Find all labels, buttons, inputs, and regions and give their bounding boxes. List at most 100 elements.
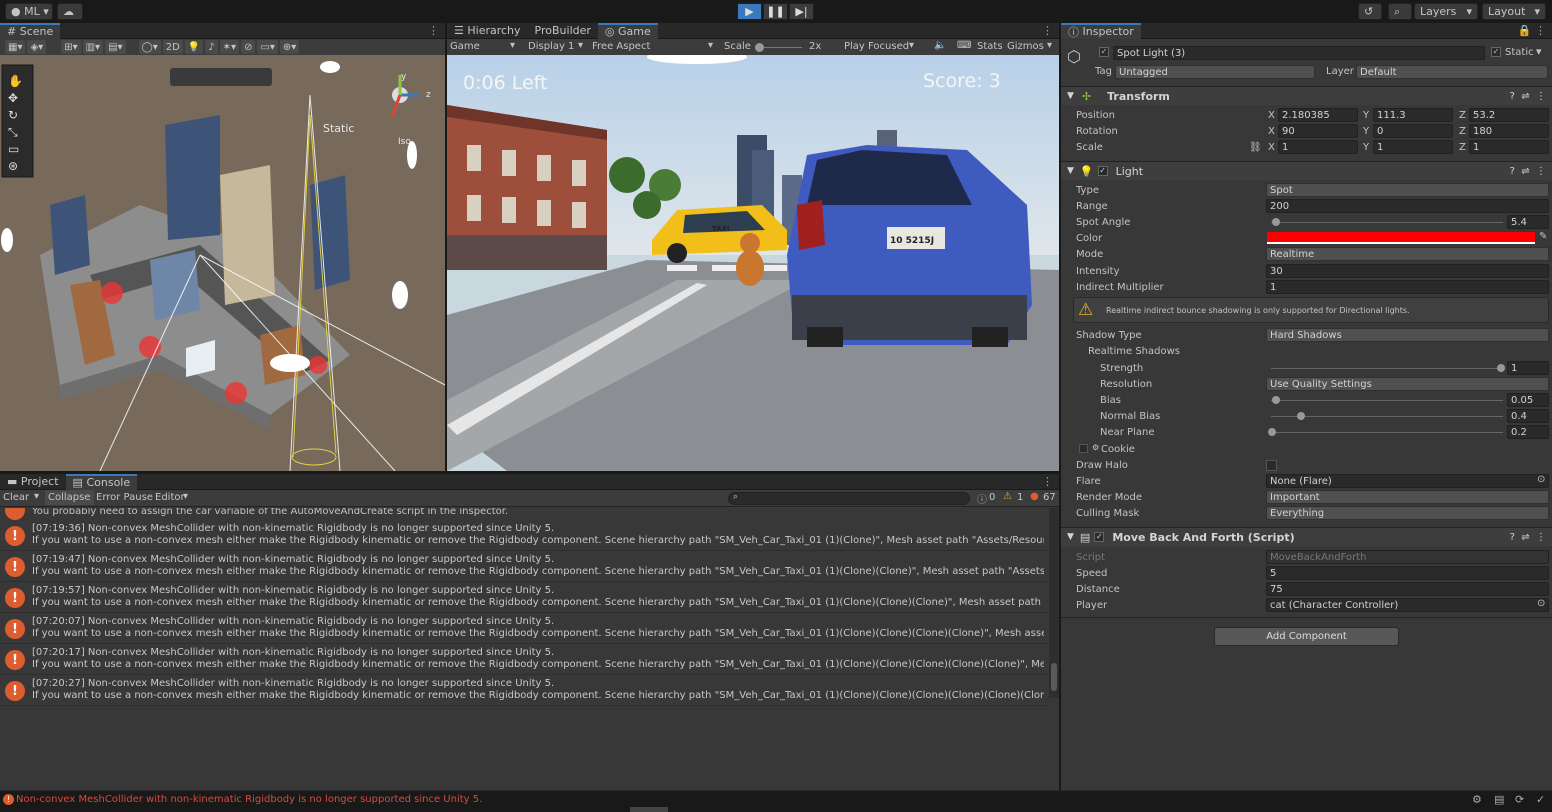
more-menu-icon[interactable]: ⋮ [1042, 475, 1059, 488]
chevron-down-icon[interactable]: ▾ [34, 491, 39, 502]
preset-icon[interactable]: ⇌ [1521, 166, 1529, 177]
log-entry[interactable]: ! [07:20:27] Non-convex MeshCollider with… [0, 675, 1048, 706]
grid-button[interactable]: ⊞▾ [61, 40, 81, 54]
game-view[interactable]: 0:06 Left Score: 3 10 5215J TAXI [447, 55, 1059, 471]
light-header[interactable]: ▼ 💡 ✓ Light ? ⇌ ⋮ [1061, 161, 1552, 180]
spot-angle-slider[interactable] [1271, 222, 1503, 223]
rotation-z-field[interactable]: 180 [1469, 124, 1549, 138]
layout-dropdown[interactable]: Layout ▾ [1482, 3, 1546, 20]
pause-button[interactable]: ❚❚ [763, 3, 788, 20]
gizmos-button[interactable]: Gizmos [1007, 41, 1044, 52]
script-enabled-checkbox[interactable]: ✓ [1094, 532, 1105, 542]
mode-dropdown[interactable]: Realtime [1266, 247, 1549, 261]
debug-icon[interactable]: ⚙ [1472, 793, 1482, 806]
light-enabled-checkbox[interactable]: ✓ [1097, 166, 1108, 176]
audio-button[interactable]: ♪ [205, 40, 218, 54]
near-plane-slider[interactable] [1271, 432, 1503, 433]
lock-icon[interactable]: 🔒 [1518, 24, 1532, 37]
cache-icon[interactable]: ▤ [1494, 793, 1504, 806]
distance-field[interactable]: 75 [1266, 582, 1549, 596]
increment-button[interactable]: ▤▾ [105, 40, 126, 54]
render-mode-dropdown[interactable]: Important [1266, 490, 1549, 504]
tab-console[interactable]: ▤ Console [65, 473, 138, 490]
console-scrollbar[interactable] [1049, 508, 1059, 698]
camera-button[interactable]: ▭▾ [257, 40, 278, 54]
rotation-x-field[interactable]: 90 [1278, 124, 1358, 138]
scale-x-field[interactable]: 1 [1278, 140, 1358, 154]
toggle-2d-button[interactable]: 2D [162, 40, 183, 54]
gizmos-button[interactable]: ⊕▾ [279, 40, 300, 54]
spot-angle-slider-knob[interactable] [1272, 218, 1280, 226]
normal-bias-slider[interactable] [1271, 416, 1503, 417]
eyedropper-icon[interactable]: ✎ [1539, 231, 1547, 242]
render-mode-button[interactable]: ◯▾ [138, 40, 161, 54]
account-dropdown[interactable]: ● ML ▾ [5, 3, 53, 20]
display-dropdown[interactable]: Display 1 [528, 41, 574, 52]
object-picker-icon[interactable]: ⊙ [1537, 474, 1545, 485]
draw-mode-button[interactable]: ◈▾ [27, 40, 47, 54]
transform-tool-icon[interactable]: ⊛ [8, 158, 23, 175]
log-entry[interactable]: ! [07:20:17] Non-convex MeshCollider with… [0, 644, 1048, 675]
player-field[interactable]: cat (Character Controller) [1266, 598, 1549, 612]
auto-generate-icon[interactable]: ⟳ [1515, 793, 1524, 806]
spot-angle-field[interactable]: 5.4 [1507, 215, 1549, 229]
position-z-field[interactable]: 53.2 [1469, 108, 1549, 122]
layer-dropdown[interactable]: Default [1356, 65, 1548, 79]
info-count-icon[interactable]: ⓘ [977, 491, 987, 506]
more-menu-icon[interactable]: ⋮ [1536, 166, 1546, 177]
status-message[interactable]: Non-convex MeshCollider with non-kinemat… [16, 794, 482, 805]
search-button[interactable]: ⌕ [1388, 3, 1412, 20]
shadow-type-dropdown[interactable]: Hard Shadows [1266, 328, 1549, 342]
position-x-field[interactable]: 2.180385 [1278, 108, 1358, 122]
help-icon[interactable]: ? [1510, 532, 1515, 543]
log-entry[interactable]: ! [07:19:47] Non-convex MeshCollider with… [0, 551, 1048, 582]
scale-tool-icon[interactable]: ⤡ [8, 124, 23, 141]
game-mode-dropdown[interactable]: Game [450, 41, 480, 52]
collapse-button[interactable]: Collapse [45, 490, 94, 505]
scale-slider-knob[interactable] [755, 43, 764, 52]
more-menu-icon[interactable]: ⋮ [1536, 91, 1546, 102]
strength-slider-knob[interactable] [1497, 364, 1505, 372]
preset-icon[interactable]: ⇌ [1521, 91, 1529, 102]
scale-z-field[interactable]: 1 [1469, 140, 1549, 154]
mute-audio-icon[interactable]: 🔈 [934, 40, 946, 51]
play-button[interactable]: ▶ [737, 3, 762, 20]
strength-slider[interactable] [1271, 368, 1503, 369]
normal-bias-field[interactable]: 0.4 [1507, 409, 1549, 423]
object-name-input[interactable]: Spot Light (3) [1113, 46, 1485, 60]
tab-scene[interactable]: # Scene [0, 22, 61, 39]
snap-button[interactable]: ▥▾ [82, 40, 104, 54]
shading-mode-button[interactable]: ▦▾ [5, 40, 26, 54]
tab-hierarchy[interactable]: ☰ Hierarchy [447, 23, 528, 39]
rotation-y-field[interactable]: 0 [1373, 124, 1453, 138]
bias-field[interactable]: 0.05 [1507, 393, 1549, 407]
keyboard-icon[interactable]: ⌨ [957, 40, 971, 51]
rotate-tool-icon[interactable]: ↻ [8, 107, 23, 124]
object-picker-icon[interactable]: ⊙ [1537, 598, 1545, 609]
help-icon[interactable]: ? [1510, 166, 1515, 177]
resolution-dropdown[interactable]: Use Quality Settings [1266, 377, 1549, 391]
tab-inspector[interactable]: ⓘ Inspector [1061, 22, 1141, 39]
layers-dropdown[interactable]: Layers ▾ [1414, 3, 1478, 20]
scale-y-field[interactable]: 1 [1373, 140, 1453, 154]
chevron-down-icon[interactable]: ▾ [1536, 45, 1542, 58]
add-component-button[interactable]: Add Component [1214, 627, 1399, 646]
rect-tool-icon[interactable]: ▭ [8, 141, 23, 158]
link-icon[interactable]: ⛓ [1249, 142, 1262, 153]
iso-label[interactable]: Iso [398, 137, 411, 147]
error-pause-button[interactable]: Error Pause [96, 492, 153, 503]
aspect-dropdown[interactable]: Free Aspect [592, 41, 650, 52]
indirect-multiplier-field[interactable]: 1 [1266, 280, 1549, 294]
bias-slider-knob[interactable] [1272, 396, 1280, 404]
flare-field[interactable]: None (Flare) [1266, 474, 1549, 488]
culling-mask-dropdown[interactable]: Everything [1266, 506, 1549, 520]
warning-count-icon[interactable]: ⚠ [1003, 491, 1012, 502]
speed-field[interactable]: 5 [1266, 566, 1549, 580]
more-menu-icon[interactable]: ⋮ [1042, 24, 1059, 37]
history-button[interactable]: ↺ [1358, 3, 1382, 20]
preset-icon[interactable]: ⇌ [1521, 532, 1529, 543]
color-swatch[interactable] [1267, 232, 1535, 244]
tag-dropdown[interactable]: Untagged [1115, 65, 1315, 79]
effects-button[interactable]: ✶▾ [219, 40, 240, 54]
tab-probuilder[interactable]: ProBuilder [528, 23, 598, 39]
